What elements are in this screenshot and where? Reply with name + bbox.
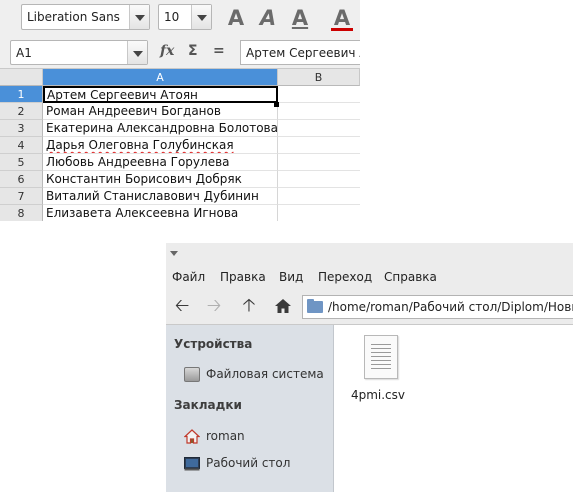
underline-button[interactable]: A xyxy=(286,5,314,31)
row-header[interactable]: 4 xyxy=(0,137,43,154)
font-size-combo[interactable]: 10 xyxy=(158,4,212,30)
font-name-value: Liberation Sans xyxy=(27,10,120,24)
sheet-grid: A B 1 Артем Сергеевич Атоян 2 Роман Андр… xyxy=(0,69,360,221)
menu-file[interactable]: Файл xyxy=(172,270,205,284)
cell-a1[interactable]: Артем Сергеевич Атоян xyxy=(43,86,278,103)
fill-handle[interactable] xyxy=(274,102,279,107)
corner-select-all[interactable] xyxy=(0,69,43,86)
location-bar[interactable]: /home/roman/Рабочий стол/Diplom/Новы xyxy=(302,295,573,319)
name-box-dropdown-button[interactable] xyxy=(127,41,147,64)
cell-a6[interactable]: Константин Борисович Добряк xyxy=(43,171,278,188)
back-arrow-icon[interactable]: 🡠 xyxy=(169,294,195,318)
cell-b4[interactable] xyxy=(278,137,360,154)
forward-arrow-icon[interactable]: 🡢 xyxy=(201,294,227,318)
font-size-value: 10 xyxy=(164,10,180,24)
disk-icon xyxy=(184,367,200,382)
cell-text: Виталий Станиславович Дубинин xyxy=(46,189,259,203)
row-header[interactable]: 2 xyxy=(0,103,43,120)
cell-a5[interactable]: Любовь Андреевна Горулева xyxy=(43,154,278,171)
row-header[interactable]: 8 xyxy=(0,205,43,221)
row-header[interactable]: 7 xyxy=(0,188,43,205)
italic-button[interactable]: A xyxy=(254,5,282,31)
bold-button[interactable]: A xyxy=(222,5,250,31)
document-icon xyxy=(364,335,398,379)
file-item[interactable]: 4pmi.csv xyxy=(348,335,408,415)
folder-icon xyxy=(307,299,323,313)
row-header[interactable]: 3 xyxy=(0,120,43,137)
formula-input[interactable]: Артем Сергеевич Атоян xyxy=(240,40,360,65)
cell-text: Роман Андреевич Богданов xyxy=(46,104,221,118)
font-size-dropdown-button[interactable] xyxy=(191,5,211,29)
location-path: /home/roman/Рабочий стол/Diplom/Новы xyxy=(328,300,573,314)
sidebar-item-label: roman xyxy=(206,429,245,443)
name-box[interactable]: A1 xyxy=(10,40,148,65)
up-arrow-icon[interactable]: 🡡 xyxy=(236,294,262,318)
cell-b6[interactable] xyxy=(278,171,360,188)
sidebar-item-label: Файловая система xyxy=(206,367,324,381)
menu-help[interactable]: Справка xyxy=(384,270,437,284)
cell-text: Елизавета Алексеевна Игнова xyxy=(46,206,239,220)
window-menu-arrow-icon[interactable] xyxy=(170,251,178,256)
cell-a3[interactable]: Екатерина Александровна Болотова xyxy=(43,120,278,137)
sidebar-devices-header: Устройства xyxy=(174,337,253,351)
desktop-icon xyxy=(184,456,200,471)
formula-icon[interactable]: = xyxy=(213,43,225,59)
sum-icon[interactable]: Σ xyxy=(188,43,198,59)
font-name-dropdown-button[interactable] xyxy=(129,5,149,29)
cell-text: Екатерина Александровна Болотова xyxy=(46,121,278,135)
cell-b5[interactable] xyxy=(278,154,360,171)
row-header[interactable]: 1 xyxy=(0,86,43,103)
menu-edit[interactable]: Правка xyxy=(220,270,266,284)
font-name-combo[interactable]: Liberation Sans xyxy=(21,4,150,30)
cell-b7[interactable] xyxy=(278,188,360,205)
cell-a4[interactable]: Дарья Олеговна Голубинская xyxy=(43,137,278,154)
cell-text: Любовь Андреевна Горулева xyxy=(46,155,230,169)
cell-a8[interactable]: Елизавета Алексеевна Игнова xyxy=(43,205,278,221)
menu-bar: Файл Правка Вид Переход Справка xyxy=(166,264,573,290)
cell-b8[interactable] xyxy=(278,205,360,221)
formula-input-value: Артем Сергеевич Атоян xyxy=(246,46,360,60)
row-header[interactable]: 5 xyxy=(0,154,43,171)
menu-go[interactable]: Переход xyxy=(318,270,372,284)
home-icon[interactable] xyxy=(270,294,296,318)
file-manager-window: Файл Правка Вид Переход Справка 🡠 🡢 🡡 /h… xyxy=(166,243,573,492)
cell-a7[interactable]: Виталий Станиславович Дубинин xyxy=(43,188,278,205)
file-name: 4pmi.csv xyxy=(350,388,406,402)
title-bar xyxy=(166,243,573,264)
cell-text: Артем Сергеевич Атоян xyxy=(47,88,198,102)
cell-b1[interactable] xyxy=(278,86,360,103)
cell-text: Константин Борисович Добряк xyxy=(46,172,242,186)
cell-b2[interactable] xyxy=(278,103,360,120)
cell-b3[interactable] xyxy=(278,120,360,137)
file-view: 4pmi.csv xyxy=(334,325,573,492)
spreadsheet-window: Liberation Sans 10 A A A A A1 fx Σ = Арт… xyxy=(0,0,360,221)
sidebar: Устройства Файловая система Закладки rom… xyxy=(166,325,334,492)
navigation-toolbar: 🡠 🡢 🡡 /home/roman/Рабочий стол/Diplom/Но… xyxy=(166,290,573,325)
menu-view[interactable]: Вид xyxy=(279,270,303,284)
formatting-toolbar: Liberation Sans 10 A A A A xyxy=(0,0,360,36)
row-header[interactable]: 6 xyxy=(0,171,43,188)
sidebar-item-label: Рабочий стол xyxy=(206,456,291,470)
home-icon xyxy=(184,429,200,444)
column-header-a[interactable]: A xyxy=(43,69,278,86)
name-box-value: A1 xyxy=(16,46,32,60)
cell-a2[interactable]: Роман Андреевич Богданов xyxy=(43,103,278,120)
column-header-b[interactable]: B xyxy=(278,69,360,86)
cell-text: Дарья Олеговна Голубинская xyxy=(46,138,234,152)
formula-bar: A1 fx Σ = Артем Сергеевич Атоян xyxy=(0,36,360,69)
function-wizard-icon[interactable]: fx xyxy=(160,43,174,59)
font-color-button[interactable]: A xyxy=(328,5,356,31)
sidebar-bookmarks-header: Закладки xyxy=(174,398,242,412)
